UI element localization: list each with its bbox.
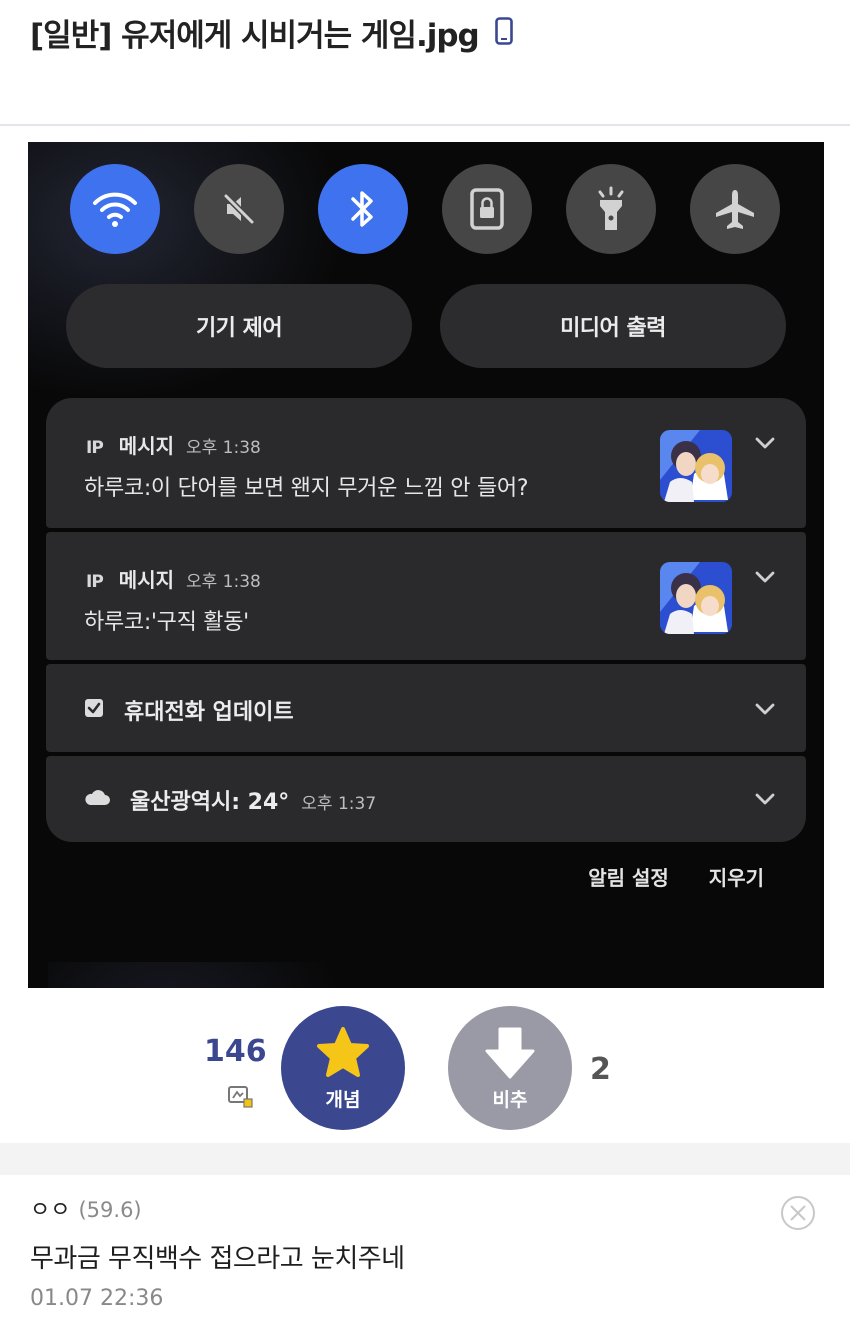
delete-comment-icon[interactable] — [780, 1195, 816, 1231]
message-notification[interactable]: IP 메시지 오후 1:38 하루코:이 단어를 보면 왠지 무거운 느낌 안 들어… — [46, 398, 806, 528]
comment-section-divider — [0, 1143, 850, 1175]
comment-author: ㅇㅇ (59.6) — [30, 1192, 142, 1224]
screen-lock-toggle[interactable] — [442, 164, 532, 254]
notification-settings-button[interactable]: 알림 설정 — [588, 866, 669, 890]
notification-body: 하루코:'구직 활동' — [84, 610, 249, 635]
cloud-icon — [85, 790, 110, 805]
mute-toggle[interactable] — [194, 164, 284, 254]
upvote-count: 146 — [204, 1034, 267, 1069]
post-title: [일반] 유저에게 시비거는 게임.jpg — [30, 10, 513, 56]
media-output-button[interactable]: 미디어 출력 — [440, 284, 786, 368]
bluetooth-icon — [351, 191, 373, 227]
downvote-count: 2 — [590, 1052, 611, 1087]
chevron-down-icon[interactable] — [754, 570, 776, 584]
app-logo-icon: IP — [86, 438, 104, 458]
phone-update-notification[interactable]: 휴대전화 업데이트 — [46, 664, 806, 752]
phone-screenshot: 기기 제어 미디어 출력 IP 메시지 오후 1:38 하루코:이 단어를 보면 왠… — [28, 142, 824, 988]
airplane-mode-toggle[interactable] — [690, 164, 780, 254]
comment-nickname[interactable]: ㅇㅇ — [30, 1198, 70, 1223]
chevron-down-icon[interactable] — [754, 792, 776, 806]
upvote-button[interactable]: 개념 — [281, 1006, 405, 1130]
upvote-label: 개념 — [325, 1088, 361, 1111]
star-icon — [317, 1026, 369, 1077]
airplane-icon — [716, 190, 754, 229]
notification-body: 하루코:이 단어를 보면 왠지 무거운 느낌 안 들어? — [84, 476, 529, 501]
notification-header: IP 메시지 오후 1:38 — [86, 564, 261, 593]
weather-time: 오후 1:37 — [301, 794, 377, 814]
notification-footer: 알림 설정 지우기 — [548, 862, 764, 891]
weather-header: 울산광역시: 24° 오후 1:37 — [130, 784, 376, 816]
lock-rotation-icon — [470, 188, 504, 230]
weather-title: 울산광역시: 24° — [130, 790, 290, 815]
checkbox-icon — [85, 699, 103, 717]
app-name: 메시지 — [118, 568, 174, 592]
notification-time: 오후 1:38 — [186, 572, 261, 592]
message-notification[interactable]: IP 메시지 오후 1:38 하루코:'구직 활동' — [46, 532, 806, 660]
chevron-down-icon[interactable] — [754, 436, 776, 450]
post-page: [일반] 유저에게 시비거는 게임.jpg 기기 제어 미디어 출력 IP 메시… — [0, 0, 850, 1317]
comment-ip: (59.6) — [78, 1198, 142, 1222]
notification-time: 오후 1:38 — [186, 438, 261, 458]
flashlight-icon — [598, 186, 624, 230]
comment-date: 01.07 22:36 — [30, 1286, 164, 1311]
chevron-down-icon[interactable] — [754, 702, 776, 716]
downvote-button[interactable]: 비추 — [448, 1006, 572, 1130]
notification-header: IP 메시지 오후 1:38 — [86, 430, 261, 459]
clear-button[interactable]: 지우기 — [709, 866, 764, 890]
downvote-label: 비추 — [492, 1088, 528, 1111]
device-control-button[interactable]: 기기 제어 — [66, 284, 412, 368]
quick-settings — [70, 164, 790, 254]
post-title-text: [일반] 유저에게 시비거는 게임.jpg — [30, 18, 480, 54]
media-output-label: 미디어 출력 — [560, 316, 666, 341]
bluetooth-toggle[interactable] — [318, 164, 408, 254]
arrow-down-icon — [485, 1027, 535, 1078]
mute-icon — [223, 193, 255, 225]
device-control-label: 기기 제어 — [195, 316, 283, 341]
post-header: [일반] 유저에게 시비거는 게임.jpg — [0, 0, 850, 126]
update-title: 휴대전화 업데이트 — [124, 700, 294, 725]
contact-avatar — [660, 430, 732, 502]
mobile-icon — [494, 16, 513, 53]
wifi-icon — [93, 192, 137, 227]
comment-text: 무과금 무직백수 접으라고 눈치주네 — [30, 1244, 405, 1274]
fixed-nickname-icon — [228, 1086, 253, 1108]
app-name: 메시지 — [118, 434, 174, 458]
wifi-toggle[interactable] — [70, 164, 160, 254]
weather-notification[interactable]: 울산광역시: 24° 오후 1:37 — [46, 756, 806, 842]
flashlight-toggle[interactable] — [566, 164, 656, 254]
app-logo-icon: IP — [86, 572, 104, 592]
contact-avatar — [660, 562, 732, 634]
